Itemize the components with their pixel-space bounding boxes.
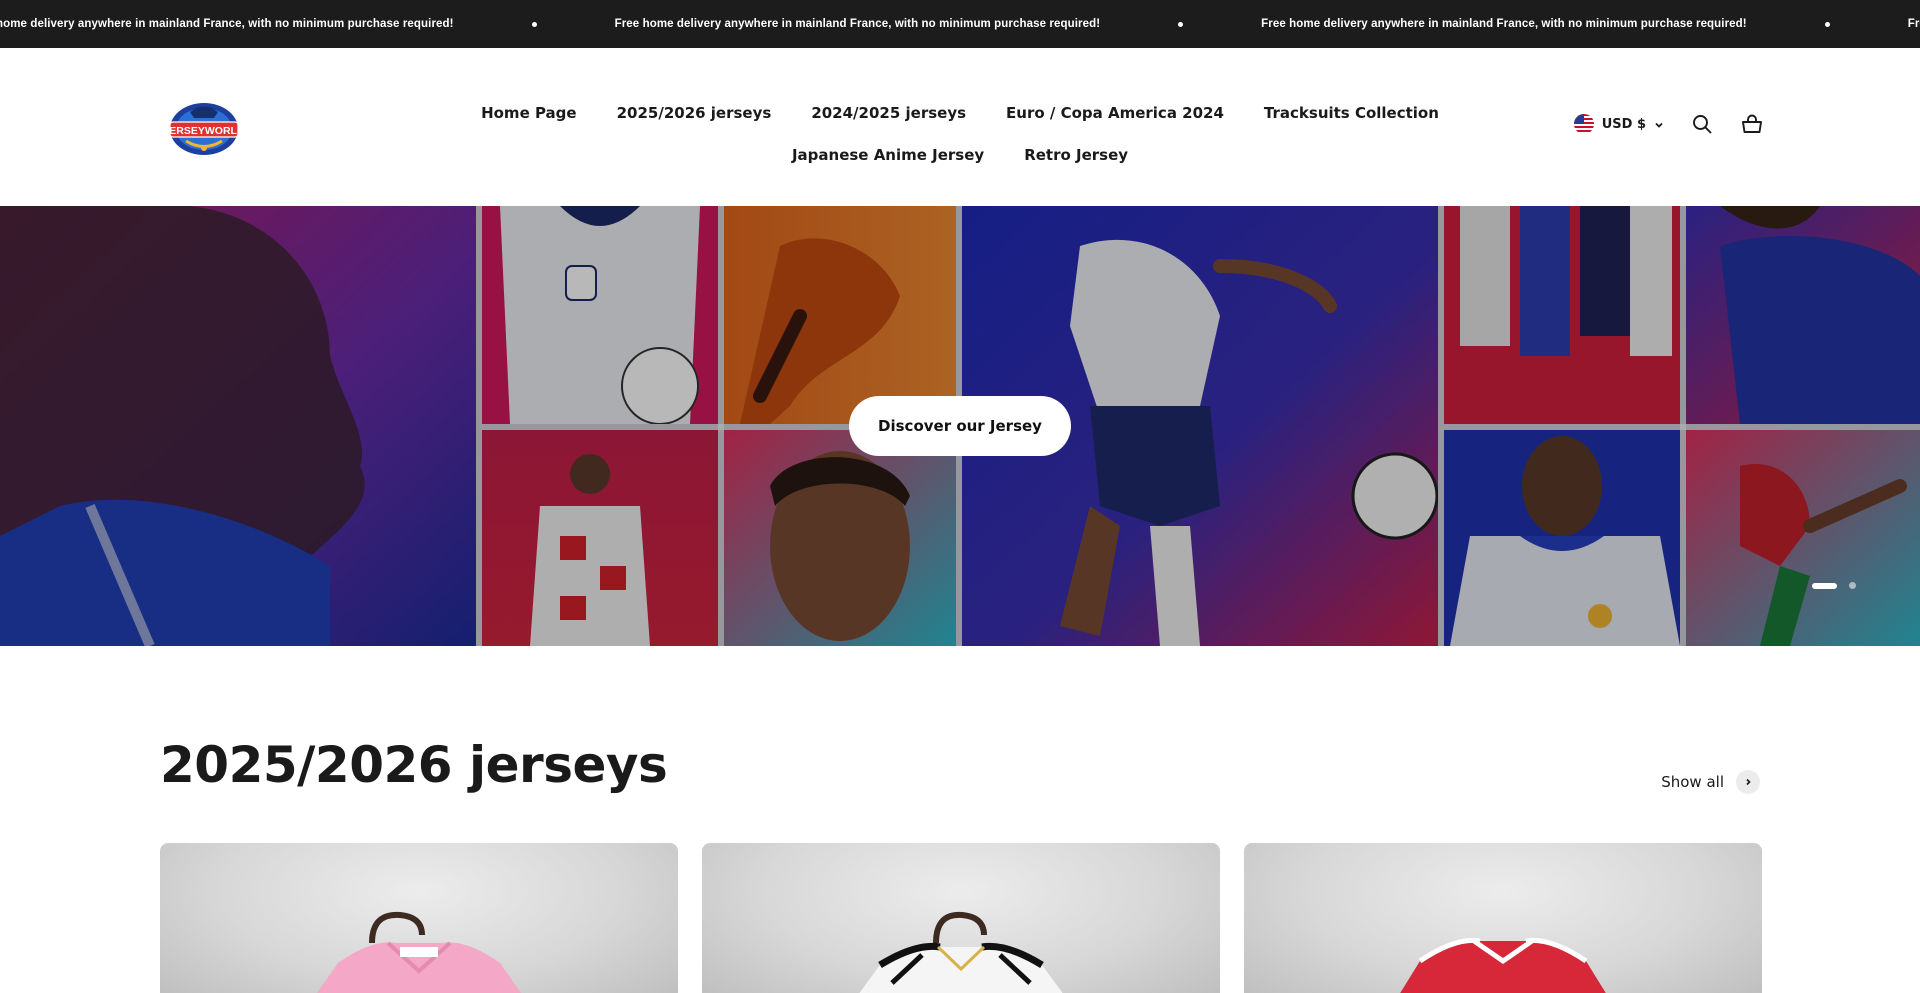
nav-tracksuits[interactable]: Tracksuits Collection bbox=[1264, 104, 1439, 122]
announcement-text: Free home delivery anywhere in mainland … bbox=[1907, 18, 1920, 30]
carousel-dots bbox=[1812, 582, 1856, 589]
product-card[interactable] bbox=[160, 843, 678, 993]
nav-row-1: Home Page 2025/2026 jerseys 2024/2025 je… bbox=[481, 92, 1439, 134]
site-header: JERSEYWORLD Home Page 2025/2026 jerseys … bbox=[0, 48, 1920, 206]
announcement-text: Free home delivery anywhere in mainland … bbox=[0, 18, 454, 30]
bullet-icon bbox=[531, 21, 537, 27]
chevron-right-icon bbox=[1736, 770, 1760, 794]
show-all-label: Show all bbox=[1661, 773, 1724, 791]
product-grid bbox=[160, 843, 1762, 993]
bullet-icon bbox=[1824, 21, 1830, 27]
discover-jersey-button[interactable]: Discover our Jersey bbox=[849, 396, 1071, 456]
product-image bbox=[317, 911, 521, 993]
hero-banner: Discover our Jersey bbox=[0, 206, 1920, 646]
main-nav: Home Page 2025/2026 jerseys 2024/2025 je… bbox=[481, 92, 1439, 176]
section-title: 2025/2026 jerseys bbox=[160, 736, 668, 794]
announcement-text: Free home delivery anywhere in mainland … bbox=[1261, 18, 1747, 30]
nav-2025-2026-jerseys[interactable]: 2025/2026 jerseys bbox=[617, 104, 772, 122]
nav-retro-jersey[interactable]: Retro Jersey bbox=[1024, 146, 1128, 164]
chevron-down-icon bbox=[1654, 115, 1664, 134]
nav-anime-jersey[interactable]: Japanese Anime Jersey bbox=[792, 146, 984, 164]
currency-label: USD $ bbox=[1601, 116, 1646, 132]
show-all-link[interactable]: Show all bbox=[1661, 770, 1760, 794]
us-flag-icon bbox=[1573, 114, 1594, 134]
announcement-bar: Free home delivery anywhere in mainland … bbox=[0, 0, 1920, 48]
carousel-dot-2[interactable] bbox=[1849, 582, 1856, 589]
product-card[interactable] bbox=[702, 843, 1220, 993]
product-image bbox=[1400, 937, 1606, 993]
cart-icon[interactable] bbox=[1740, 112, 1764, 136]
product-image bbox=[859, 911, 1063, 993]
nav-euro-copa-2024[interactable]: Euro / Copa America 2024 bbox=[1006, 104, 1224, 122]
currency-selector[interactable]: USD $ bbox=[1573, 114, 1664, 134]
bullet-icon bbox=[1178, 21, 1184, 27]
logo-icon: JERSEYWORLD bbox=[163, 103, 245, 155]
nav-home[interactable]: Home Page bbox=[481, 104, 577, 122]
announcement-text: Free home delivery anywhere in mainland … bbox=[614, 18, 1101, 30]
nav-2024-2025-jerseys[interactable]: 2024/2025 jerseys bbox=[811, 104, 966, 122]
nav-row-2: Japanese Anime Jersey Retro Jersey bbox=[500, 134, 1420, 176]
header-tools: USD $ bbox=[1573, 112, 1764, 136]
carousel-dot-1[interactable] bbox=[1812, 582, 1837, 589]
site-logo[interactable]: JERSEYWORLD bbox=[163, 98, 245, 158]
product-card[interactable] bbox=[1244, 843, 1762, 993]
search-icon[interactable] bbox=[1690, 112, 1714, 136]
announcement-track: Free home delivery anywhere in mainland … bbox=[0, 0, 1920, 48]
svg-text:JERSEYWORLD: JERSEYWORLD bbox=[166, 125, 242, 137]
